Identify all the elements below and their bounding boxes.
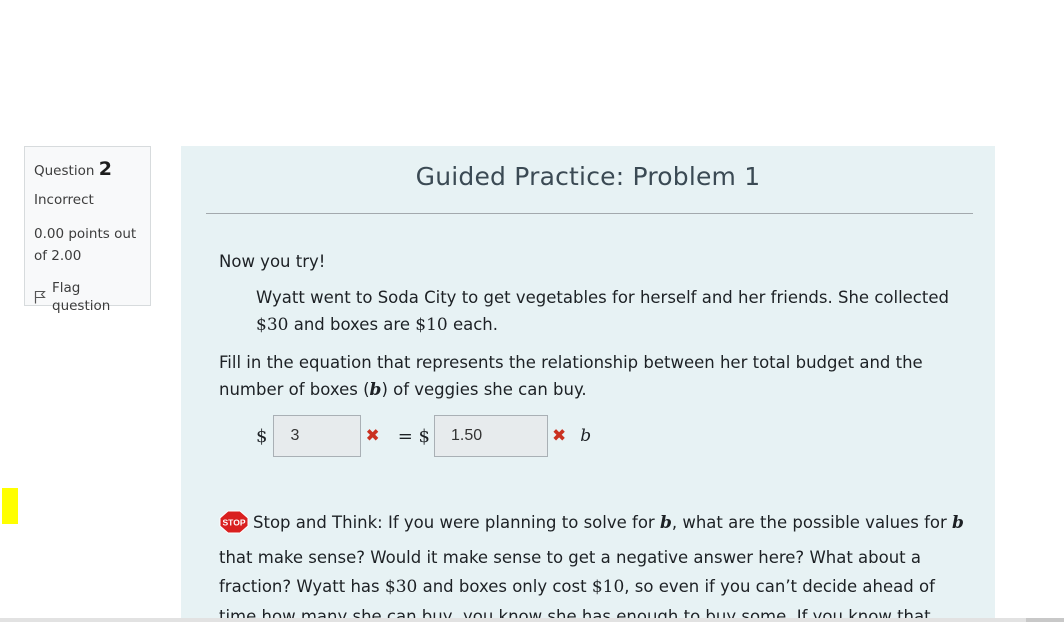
- story-part-1: Wyatt went to Soda City to get vegetable…: [256, 288, 949, 307]
- story-amount-1: $30: [256, 315, 289, 335]
- question-number-value: 2: [98, 158, 112, 180]
- question-content-panel: Guided Practice: Problem 1 Now you try! …: [181, 146, 995, 622]
- equation-row: $ ✖ = $ ✖ b: [256, 414, 591, 458]
- incorrect-icon-1: ✖: [365, 426, 380, 446]
- stop-amount-1: $30: [384, 577, 418, 597]
- instruction-part-3: ) of veggies she can buy.: [381, 380, 587, 399]
- problem-title: Guided Practice: Problem 1: [415, 162, 761, 191]
- grade-line-2: of 2.00: [34, 248, 82, 264]
- grade-line-1: 0.00 points out: [34, 226, 137, 242]
- instruction-text: Fill in the equation that represents the…: [219, 349, 979, 404]
- scrollbar-thumb[interactable]: [1026, 618, 1064, 622]
- instruction-variable: b: [369, 380, 382, 400]
- incorrect-icon-2: ✖: [551, 426, 567, 446]
- stop-line-3b: and boxes only cost: [422, 577, 587, 596]
- equation-equals-dollar: = $: [397, 425, 430, 447]
- quiz-page: Question 2 Incorrect 0.00 points out of …: [0, 0, 1064, 622]
- stop-variable-1: b: [659, 513, 672, 533]
- story-text: Wyatt went to Soda City to get vegetable…: [256, 284, 976, 339]
- question-state: Incorrect: [34, 192, 94, 208]
- stop-line-2: that make sense? Would it make sense to …: [219, 548, 921, 567]
- stop-and-think-text: STOP Stop and Think: If you were plannin…: [219, 508, 979, 622]
- question-info-panel: Question 2 Incorrect 0.00 points out of …: [24, 146, 151, 314]
- stop-amount-2: $10: [591, 577, 625, 597]
- instruction-part-1: Fill in the equation that represents the…: [219, 353, 923, 372]
- question-number: Question 2: [34, 159, 141, 181]
- intro-text: Now you try!: [219, 252, 326, 271]
- highlight-marker: [2, 488, 18, 524]
- horizontal-scrollbar[interactable]: [0, 618, 1064, 622]
- answer-input-2[interactable]: [433, 415, 548, 457]
- question-label: Question: [34, 163, 95, 179]
- stop-variable-2: b: [952, 513, 964, 533]
- stop-line-3c: , so even if you can’t decide ahead of: [624, 577, 935, 596]
- equation-dollar-sign: $: [256, 425, 268, 447]
- stop-line-3a: fraction? Wyatt has: [219, 577, 380, 596]
- stop-line-1a: Stop and Think: If you were planning to …: [253, 513, 655, 532]
- stop-sign-icon: STOP: [219, 510, 249, 543]
- question-grade: 0.00 points out of 2.00: [34, 223, 141, 267]
- equation-variable: b: [580, 426, 592, 446]
- flag-question-label: Flag question: [52, 280, 111, 314]
- flag-icon: [34, 290, 46, 304]
- story-part-3: each.: [452, 315, 498, 334]
- stop-line-1b: , what are the possible values for: [671, 513, 947, 532]
- title-divider: [206, 213, 973, 214]
- answer-input-1[interactable]: [273, 415, 362, 457]
- stop-sign-label: STOP: [223, 518, 246, 528]
- story-part-2: and boxes are: [293, 315, 410, 334]
- flag-question-button[interactable]: Flag question: [34, 279, 141, 315]
- story-amount-2: $10: [415, 315, 448, 335]
- instruction-part-2: number of boxes (: [219, 380, 370, 399]
